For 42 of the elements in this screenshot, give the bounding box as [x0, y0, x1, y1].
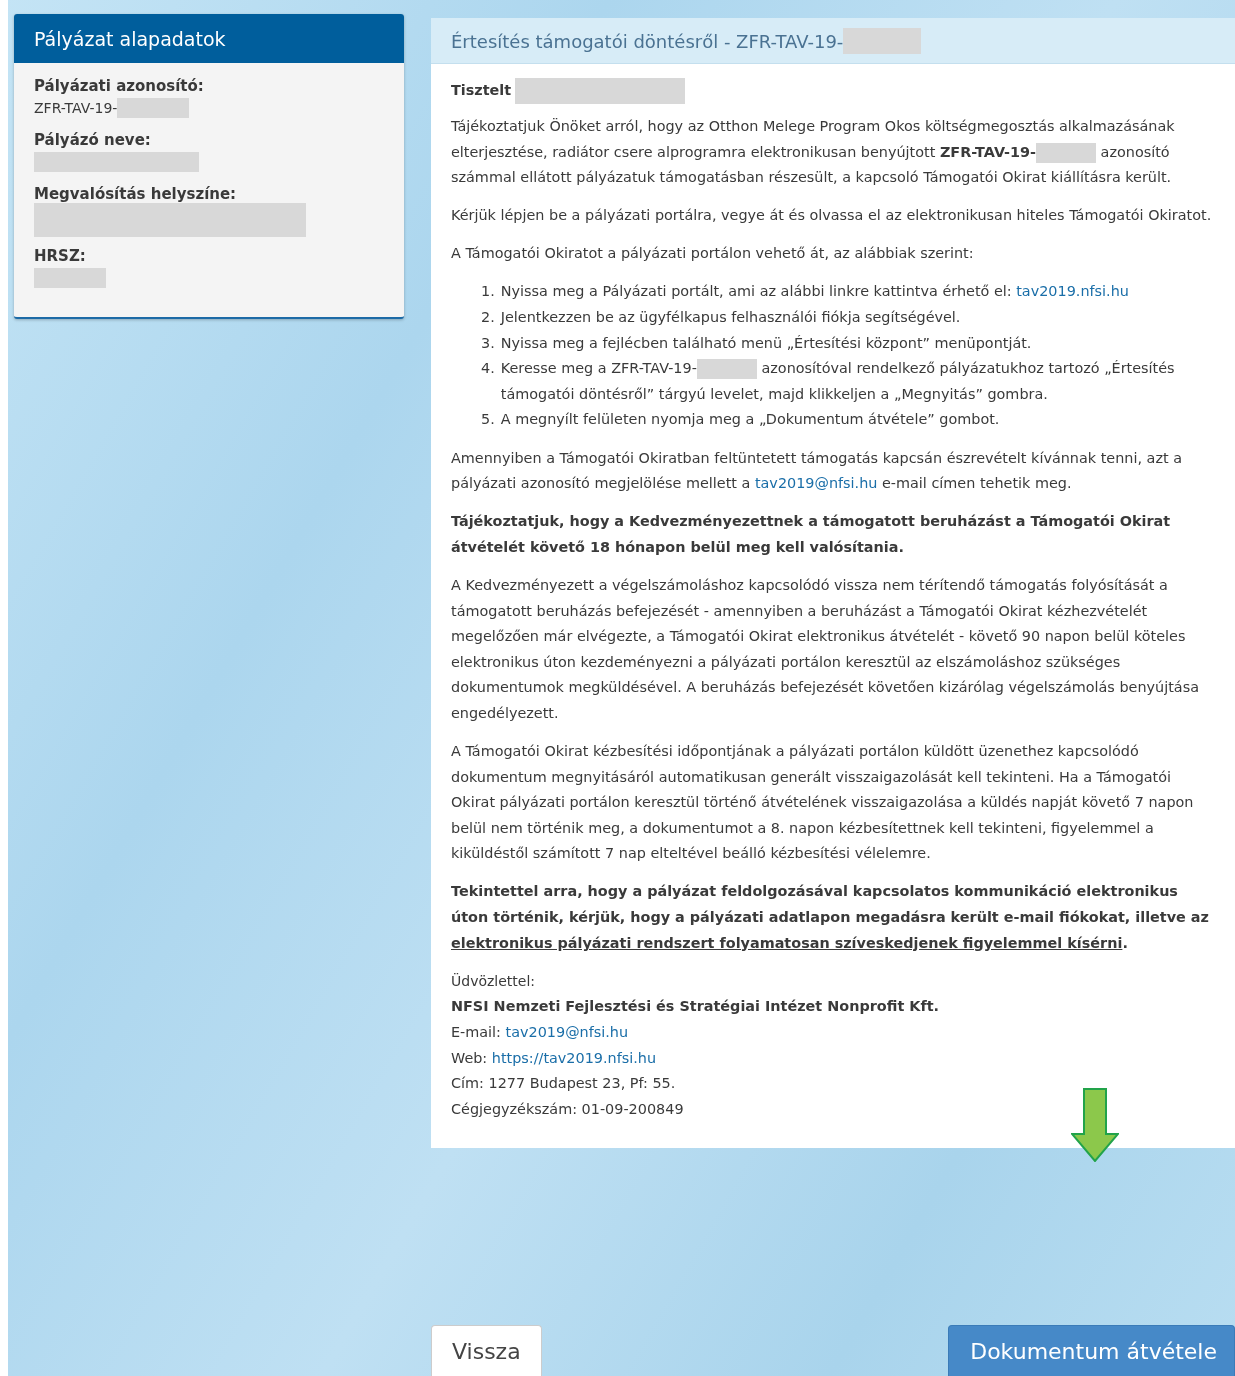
link[interactable]: tav2019@nfsi.hu: [505, 1023, 629, 1040]
signature-line: NFSI Nemzeti Fejlesztési és Stratégiai Intézet Nonprofit Kft.: [451, 997, 941, 1017]
field-label: Pályázati azonosító:: [34, 77, 205, 95]
paragraph: A Támogatói Okiratot a pályázati portálon vehető át, az alábbiak szerint:: [451, 244, 975, 264]
paragraph: Tájékoztatjuk, hogy a Kedvezményezettnek a támogatott beruházást a Támogatói Okirat átvételét követő 18 hónapon belül meg kell valósítania.: [451, 512, 1172, 557]
list-number: 2.: [481, 308, 495, 328]
card-title: Értesítés támogatói döntésről - ZFR-TAV-19-: [451, 30, 844, 52]
signature-line: Üdvözlettel:: [451, 971, 537, 991]
paragraph: Amennyiben a Támogatói Okiratban feltüntetett támogatás kapcsán észrevételt kívánnak tenni, azt a pályázati azonosító megjelölése mellett a tav2019@nfsi.hu e-mail címen tehetik meg.: [451, 448, 1183, 494]
list-item: Jelentkezzen be az ügyfélkapus felhasználói fiókja segítségével.: [500, 308, 961, 328]
field-label: Pályázó neve:: [34, 131, 152, 149]
paragraph: Tekintettel arra, hogy a pályázat feldolgozásával kapcsolatos kommunikáció elektronikus úton történik, kérjük, hogy a pályázati adatlapon megadásra került e-mail fiókokat, illetve az elektronikus pályázati rendszert folyamatosan szíveskedjenek figyelemmel kísérni.: [451, 882, 1210, 953]
paragraph: Kérjük lépjen be a pályázati portálra, vegye át és olvassa el az elektronikusan hiteles Támogatói Okiratot.: [451, 206, 1213, 226]
accept-document-button[interactable]: Dokumentum átvétele: [948, 1325, 1235, 1376]
link[interactable]: tav2019.nfsi.hu: [1016, 283, 1129, 300]
back-button[interactable]: Vissza: [431, 1325, 542, 1376]
greeting: Tisztelt: [451, 81, 512, 101]
signature-line: E-mail: tav2019@nfsi.hu: [451, 1022, 630, 1042]
panel-title: Pályázat alapadatok: [14, 14, 404, 63]
list-item: Keresse meg a ZFR-TAV-19- azonosítóval rendelkező pályázatukhoz tartozó „Értesítés támogatói döntésről” tárgyú levelet, majd klikkeljen a „Megnyitás” gombra.: [500, 358, 1176, 404]
list-number: 3.: [481, 333, 495, 353]
signature-line: Web: https://tav2019.nfsi.hu: [451, 1048, 658, 1068]
list-number: 4.: [481, 359, 495, 379]
redaction-bar: [696, 359, 757, 380]
paragraph: A Kedvezményezett a végelszámoláshoz kapcsolódó vissza nem térítendő támogatás folyósítását a támogatott beruházás befejezését - amennyiben a beruházást a Támogatói Okirat kézhezvételét megelőzően már elvégezte, a Támogatói Okirat elektronikus átvételét - követő 90 napon belül köteles elektronikus úton kezdeményezni a pályázati portálon keresztül az elszámoláshoz szükséges dokumentumok megküldésével. A beruházás befejezését követően kizárólag végelszámolás benyújtása engedélyezett.: [451, 575, 1200, 723]
field-value: ZFR-TAV-19-: [34, 99, 118, 118]
link[interactable]: https://tav2019.nfsi.hu: [491, 1049, 657, 1066]
list-item: Nyissa meg a fejlécben található menü „Értesítési központ” menüpontját.: [500, 333, 1032, 353]
paragraph: Tájékoztatjuk Önöket arról, hogy az Otthon Melege Program Okos költségmegosztás alkalmazásának elterjesztése, radiátor csere alprogramra elektronikusan benyújtott ZFR-TAV-19- azonosító számmal ellátott pályázatuk támogatásban részesült, a kapcsoló Támogatói Okirat kiállításra került.: [451, 117, 1176, 188]
down-arrow-icon: [1071, 1088, 1119, 1163]
redaction-bar: [34, 268, 106, 288]
paragraph: A Támogatói Okirat kézbesítési időpontjának a pályázati portálon küldött üzenethez kapcsolódó dokumentum megnyitásáról automatikusan generált visszaigazolását kell tekinteni. Ha a Támogatói Okirat pályázati portálon keresztül történő átvételének visszaigazolása a küldés napját követő 7 napon belül nem történik meg, a dokumentumot a 8. napon kézbesítettnek kell tekinteni, figyelemmel a kiküldéstől számított 7 nap elteltével beálló kézbesítési vélelemre.: [451, 741, 1195, 864]
list-number: 5.: [481, 410, 495, 430]
list-item: Nyissa meg a Pályázati portált, ami az alábbi linkre kattintva érhető el: tav2019.nfsi.hu: [500, 282, 1129, 302]
list-item: A megnyílt felületen nyomja meg a „Dokumentum átvétele” gombot.: [500, 410, 1000, 430]
field-label: HRSZ:: [34, 247, 87, 265]
signature-line: Cím: 1277 Budapest 23, Pf: 55.: [451, 1074, 677, 1094]
redaction-bar: [1036, 142, 1097, 163]
list-number: 1.: [481, 282, 495, 302]
field-label: Megvalósítás helyszíne:: [34, 185, 238, 203]
link[interactable]: tav2019@nfsi.hu: [754, 475, 878, 492]
signature-line: Cégjegyzékszám: 01-09-200849: [451, 1099, 685, 1119]
